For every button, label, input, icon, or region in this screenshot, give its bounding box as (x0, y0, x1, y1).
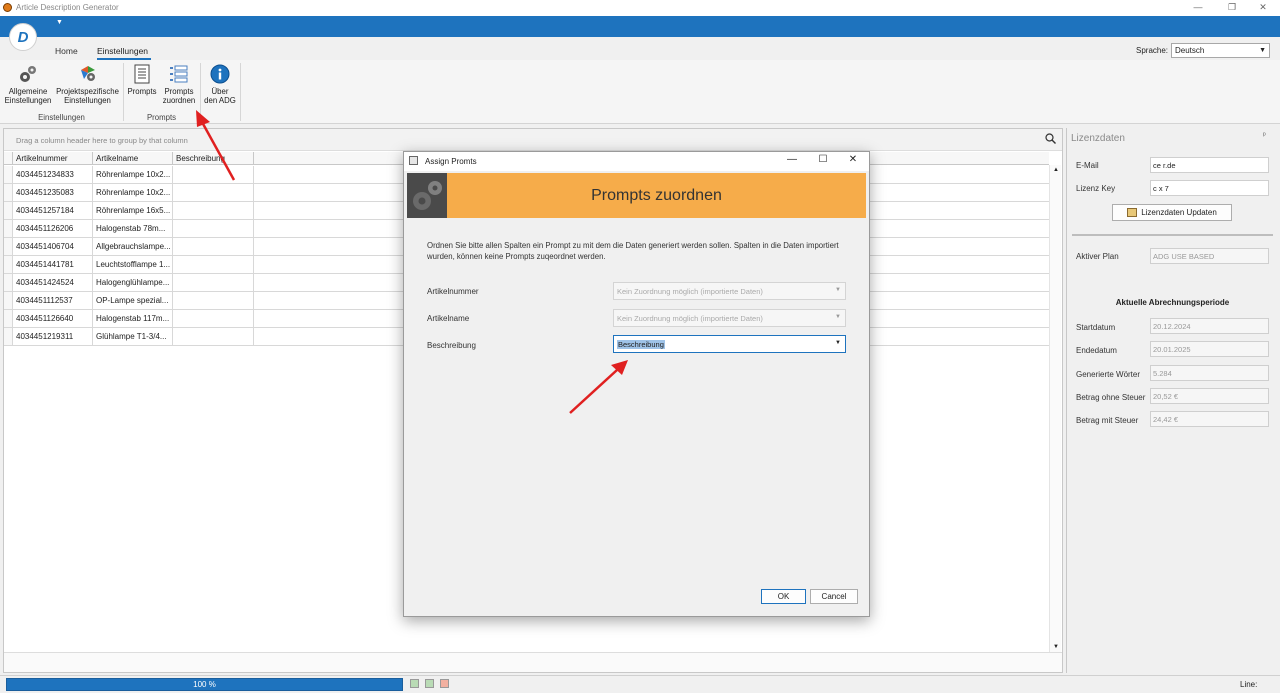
annotation-arrows (196, 110, 628, 414)
annotation-arrow (569, 360, 628, 414)
annotation-arrow (196, 110, 236, 181)
